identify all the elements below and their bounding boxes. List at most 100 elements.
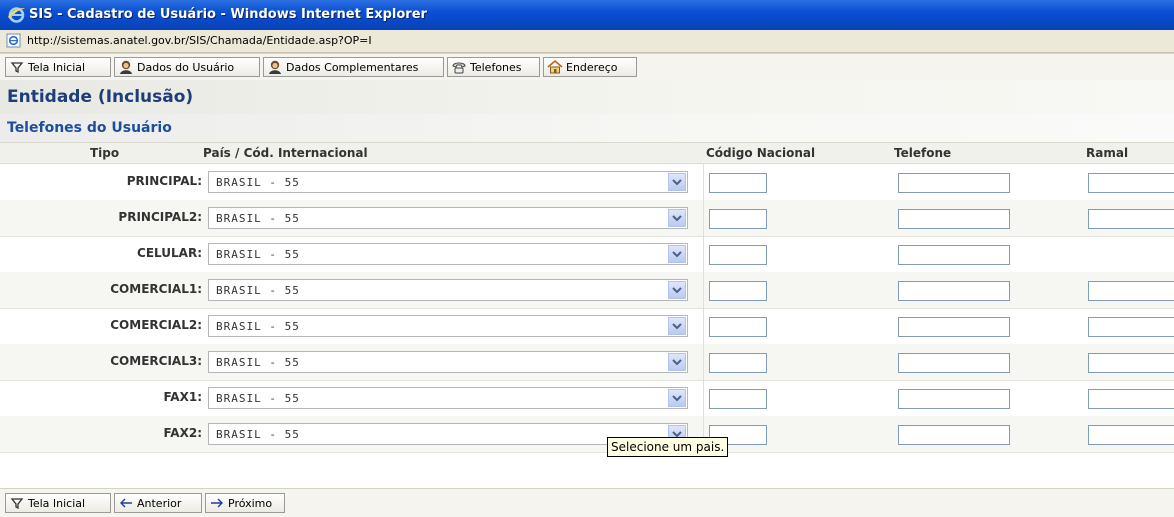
codigo-nacional-input[interactable]	[709, 209, 767, 229]
pais-select[interactable]: BRASIL - 55	[208, 387, 688, 409]
home-icon	[547, 59, 563, 75]
dados-complementares-label: Dados Complementares	[286, 60, 419, 74]
top-toolbar: Tela Inicial Dados do Usuário Dados Comp…	[0, 53, 1174, 81]
arrow-right-icon	[209, 495, 225, 511]
user-icon	[267, 59, 283, 75]
window-title: SIS - Cadastro de Usuário - Windows Inte…	[29, 7, 427, 22]
pais-select[interactable]: BRASIL - 55	[208, 279, 688, 301]
ramal-input[interactable]	[1088, 281, 1174, 301]
anterior-button[interactable]: Anterior	[114, 493, 202, 513]
dropdown-arrow-icon[interactable]	[668, 389, 686, 407]
pais-select[interactable]: BRASIL - 55	[208, 207, 688, 229]
dropdown-arrow-icon[interactable]	[668, 317, 686, 335]
codigo-nacional-input[interactable]	[709, 353, 767, 373]
dropdown-arrow-icon[interactable]	[668, 245, 686, 263]
dropdown-arrow-icon[interactable]	[668, 173, 686, 191]
tooltip: Selecione um pais.	[607, 437, 729, 457]
pais-select-value: BRASIL - 55	[216, 248, 300, 261]
column-codigo-nacional: Código Nacional	[706, 146, 816, 160]
column-divider	[703, 380, 704, 416]
codigo-nacional-input[interactable]	[709, 245, 767, 265]
codigo-nacional-input[interactable]	[709, 173, 767, 193]
ramal-input[interactable]	[1088, 317, 1174, 337]
ramal-input[interactable]	[1088, 389, 1174, 409]
column-divider	[703, 272, 704, 308]
telefone-input[interactable]	[898, 353, 1010, 373]
codigo-nacional-input[interactable]	[709, 281, 767, 301]
address-bar[interactable]: http://sistemas.anatel.gov.br/SIS/Chamad…	[0, 30, 1174, 53]
bottom-toolbar: Tela Inicial Anterior Próximo	[0, 488, 1174, 517]
dados-complementares-button[interactable]: Dados Complementares	[263, 57, 444, 77]
ramal-input[interactable]	[1088, 173, 1174, 193]
column-divider	[703, 200, 704, 236]
ie-logo-icon	[7, 5, 26, 24]
table-row: PRINCIPAL2: BRASIL - 55	[0, 200, 1174, 237]
proximo-button[interactable]: Próximo	[205, 493, 285, 513]
pais-select-value: BRASIL - 55	[216, 356, 300, 369]
proximo-label: Próximo	[228, 496, 273, 510]
pais-select[interactable]: BRASIL - 55	[208, 315, 688, 337]
table-row: FAX1: BRASIL - 55	[0, 380, 1174, 417]
endereco-button[interactable]: Endereço	[543, 57, 637, 77]
telefone-input[interactable]	[898, 173, 1010, 193]
pais-select-value: BRASIL - 55	[216, 284, 300, 297]
table-row: COMERCIAL3: BRASIL - 55	[0, 344, 1174, 381]
pais-select-value: BRASIL - 55	[216, 320, 300, 333]
table-row: FAX2: BRASIL - 55	[0, 416, 1174, 453]
telefones-button[interactable]: Telefones	[447, 57, 540, 77]
pais-select-value: BRASIL - 55	[216, 428, 300, 441]
pais-select-value: BRASIL - 55	[216, 392, 300, 405]
user-icon	[118, 59, 134, 75]
filter-icon	[9, 495, 25, 511]
row-tipo-label: COMERCIAL1:	[110, 282, 202, 296]
page-header: Entidade (Inclusão)	[0, 80, 1174, 114]
row-tipo-label: COMERCIAL2:	[110, 318, 202, 332]
phone-icon	[451, 59, 467, 75]
pais-select[interactable]: BRASIL - 55	[208, 171, 688, 193]
endereco-label: Endereço	[566, 60, 618, 74]
row-tipo-label: COMERCIAL3:	[110, 354, 202, 368]
pais-select[interactable]: BRASIL - 55	[208, 243, 688, 265]
telefone-input[interactable]	[898, 425, 1010, 445]
row-tipo-label: PRINCIPAL2:	[118, 210, 202, 224]
tela-inicial-bottom-label: Tela Inicial	[28, 496, 86, 510]
ramal-input[interactable]	[1088, 425, 1174, 445]
pais-select-value: BRASIL - 55	[216, 212, 300, 225]
anterior-label: Anterior	[137, 496, 182, 510]
telefone-input[interactable]	[898, 389, 1010, 409]
dropdown-arrow-icon[interactable]	[668, 209, 686, 227]
codigo-nacional-input[interactable]	[709, 389, 767, 409]
page-icon	[6, 33, 21, 48]
telefones-label: Telefones	[470, 60, 522, 74]
dropdown-arrow-icon[interactable]	[668, 353, 686, 371]
tela-inicial-bottom-button[interactable]: Tela Inicial	[5, 493, 111, 513]
dados-usuario-label: Dados do Usuário	[137, 60, 235, 74]
ramal-input[interactable]	[1088, 209, 1174, 229]
ramal-input[interactable]	[1088, 353, 1174, 373]
section-header: Telefones do Usuário	[0, 114, 1174, 142]
telefone-input[interactable]	[898, 209, 1010, 229]
column-divider	[703, 236, 704, 272]
tela-inicial-button[interactable]: Tela Inicial	[5, 57, 111, 77]
telefone-input[interactable]	[898, 317, 1010, 337]
section-title: Telefones do Usuário	[7, 120, 172, 136]
table-row: PRINCIPAL: BRASIL - 55	[0, 164, 1174, 201]
column-divider	[703, 308, 704, 344]
column-divider	[703, 164, 704, 200]
column-telefone: Telefone	[894, 146, 952, 160]
table-row: CELULAR: BRASIL - 55	[0, 236, 1174, 273]
page-title: Entidade (Inclusão)	[7, 87, 194, 107]
column-divider	[703, 344, 704, 380]
address-url[interactable]: http://sistemas.anatel.gov.br/SIS/Chamad…	[27, 34, 372, 47]
telefone-input[interactable]	[898, 281, 1010, 301]
dropdown-arrow-icon[interactable]	[668, 281, 686, 299]
window-titlebar: SIS - Cadastro de Usuário - Windows Inte…	[0, 0, 1174, 30]
row-tipo-label: PRINCIPAL:	[126, 174, 202, 188]
row-tipo-label: FAX1:	[163, 390, 202, 404]
tela-inicial-label: Tela Inicial	[28, 60, 86, 74]
dados-usuario-button[interactable]: Dados do Usuário	[114, 57, 260, 77]
table-row: COMERCIAL2: BRASIL - 55	[0, 308, 1174, 345]
codigo-nacional-input[interactable]	[709, 317, 767, 337]
pais-select[interactable]: BRASIL - 55	[208, 351, 688, 373]
telefone-input[interactable]	[898, 245, 1010, 265]
